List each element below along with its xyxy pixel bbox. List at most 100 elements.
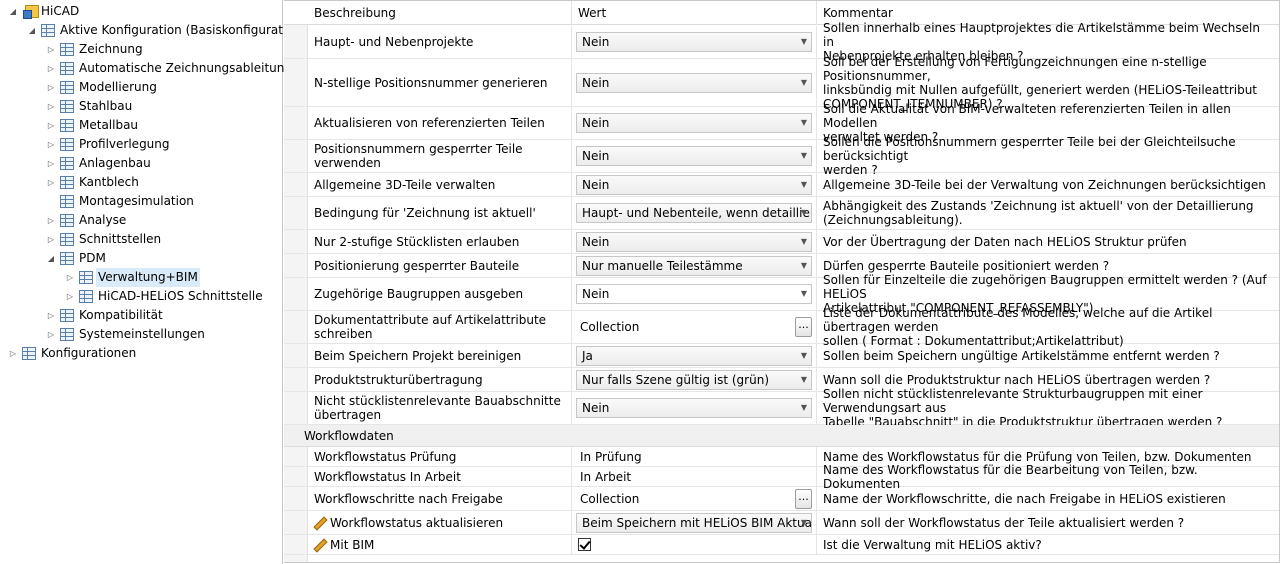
setting-row[interactable]: Nur 2-stufige Stücklisten erlauben Nein ▼ V… [284,230,1279,254]
expand-arrow-icon[interactable]: ▷ [46,211,56,230]
chevron-down-icon[interactable]: ▼ [801,204,807,222]
column-header-description[interactable]: Beschreibung [308,1,572,25]
setting-row[interactable]: Beim Speichern Projekt bereinigen Ja ▼ Soll… [284,344,1279,368]
setting-row[interactable]: Allgemeine 3D-Teile verwalten Nein ▼ Allgem… [284,173,1279,197]
tree-node[interactable]: ▷ Kompatibilität [0,306,282,325]
expand-arrow-icon[interactable]: ▷ [46,78,56,97]
tree-node[interactable]: ▷ Automatische Zeichnungsableitung [0,59,292,78]
setting-row[interactable]: Workflowstatus aktualisieren Beim Speiche… [284,511,1279,535]
setting-value-cell[interactable]: Collection... [572,311,817,343]
tree-node[interactable]: ◢ PDM [0,249,282,268]
expand-arrow-icon[interactable]: ▷ [46,116,56,135]
chevron-down-icon[interactable]: ▼ [801,147,807,165]
setting-row[interactable]: N-stellige Positionsnummer generieren Nei… [284,55,1279,111]
tree-node[interactable]: ▷ Zeichnung [0,40,282,59]
tree-node[interactable]: ▷ HiCAD-HELiOS Schnittstelle [0,287,282,306]
setting-value-cell[interactable]: Nein ▼ [572,140,817,172]
tree-node[interactable]: ◢ HiCAD [0,2,282,21]
setting-value-cell[interactable]: Nur falls Szene gültig ist (grün) ▼ [572,368,817,391]
tree-node[interactable]: ▷ Kantblech [0,173,282,192]
chevron-down-icon[interactable]: ▼ [801,347,807,365]
value-dropdown[interactable]: Nur falls Szene gültig ist (grün) ▼ [576,369,812,390]
value-dropdown[interactable]: Nein ▼ [576,32,812,52]
tree-node[interactable]: ▷ Profilverlegung [0,135,282,154]
expand-arrow-icon[interactable]: ▷ [46,173,56,192]
ellipsis-button[interactable]: ... [795,488,812,509]
chevron-down-icon[interactable]: ▼ [801,371,807,389]
setting-value-cell[interactable]: Nein ▼ [572,107,817,139]
setting-value-cell[interactable]: Beim Speichern mit HELiOS BIM Aktualisie… [572,511,817,534]
tree-node[interactable]: ▷ Metallbau [0,116,282,135]
chevron-down-icon[interactable]: ▼ [801,33,807,51]
tree-node[interactable]: ▷ Stahlbau [0,97,282,116]
section-header-workflowdaten[interactable]: Workflowdaten [284,425,1279,447]
setting-row[interactable]: Dokumentattribute auf Artikelattribute sc… [284,306,1279,348]
ellipsis-button[interactable]: ... [795,317,812,337]
chevron-down-icon[interactable]: ▼ [801,514,807,532]
tree-node[interactable]: ▷ Anlagenbau [0,154,282,173]
expand-arrow-icon[interactable]: ▷ [65,268,75,287]
value-dropdown[interactable]: Nein ▼ [576,113,812,133]
chevron-down-icon[interactable]: ▼ [801,176,807,194]
chevron-down-icon[interactable]: ▼ [801,233,807,251]
value-dropdown[interactable]: Nein ▼ [576,146,812,166]
tree-node[interactable]: ▷ Schnittstellen [0,230,282,249]
expand-arrow-icon[interactable]: ▷ [65,287,75,306]
setting-value-cell[interactable]: Ja ▼ [572,344,817,367]
setting-value-cell[interactable]: Nein ▼ [572,26,817,58]
value-dropdown[interactable]: Nein ▼ [576,231,812,252]
setting-row[interactable]: Positionsnummern gesperrter Teile verwen… [284,135,1279,177]
tree-node[interactable]: ▷ Konfigurationen [0,344,282,363]
expand-arrow-icon[interactable]: ▷ [46,97,56,116]
chevron-down-icon[interactable]: ▼ [801,114,807,132]
expand-arrow-icon[interactable]: ▷ [46,230,56,249]
tree-node[interactable]: ▷ Verwaltung+BIM [0,268,282,287]
tree-node[interactable]: ▷ Modellierung [0,78,282,97]
value-dropdown[interactable]: Nein ▼ [576,72,812,93]
text-value[interactable]: In Arbeit [576,470,631,484]
value-dropdown[interactable]: Nein ▼ [576,174,812,195]
chevron-down-icon[interactable]: ▼ [801,257,807,275]
setting-row[interactable]: Mit BIM Ist die Verwaltung mit HELiOS akt… [284,535,1279,555]
expand-arrow-icon[interactable]: ▷ [46,325,56,344]
setting-value-cell[interactable]: Nein ▼ [572,59,817,106]
setting-value-cell[interactable] [572,535,817,554]
column-header-value[interactable]: Wert [572,1,817,25]
expand-arrow-icon[interactable]: ▷ [46,40,56,59]
collapse-arrow-icon[interactable]: ◢ [46,249,56,268]
setting-value-cell[interactable]: Nein ▼ [572,392,817,424]
setting-row[interactable]: Bedingung für 'Zeichnung ist aktuell' Hau… [284,197,1279,230]
setting-value-cell[interactable]: Nein ▼ [572,173,817,196]
config-tree[interactable]: ◢ HiCAD ◢ Aktive Konfiguration (Basiskonfig… [0,0,306,564]
checkbox-checked[interactable] [578,538,591,551]
expand-arrow-icon[interactable]: ▷ [46,135,56,154]
value-dropdown[interactable]: Nur manuelle Teilestämme ▼ [576,255,812,276]
setting-row[interactable]: Workflowschritte nach Freigabe Collection… [284,487,1279,511]
tree-node[interactable]: ▷ Analyse [0,211,282,230]
value-dropdown[interactable]: Beim Speichern mit HELiOS BIM Aktualisie… [576,512,812,533]
text-value[interactable]: In Prüfung [576,450,642,464]
setting-value-cell[interactable]: Collection... [572,487,817,510]
collapse-arrow-icon[interactable]: ◢ [8,2,18,21]
setting-row[interactable]: Workflowstatus In Arbeit In Arbeit Name de… [284,463,1279,491]
setting-value-cell[interactable]: In Prüfung [572,447,817,466]
chevron-down-icon[interactable]: ▼ [801,399,807,417]
tree-node[interactable]: ◢ Aktive Konfiguration (Basiskonfiguratio… [0,21,306,40]
setting-row[interactable]: Nicht stücklistenrelevante Bauabschnitte… [284,387,1279,429]
setting-value-cell[interactable]: In Arbeit [572,467,817,486]
setting-value-cell[interactable]: Nein ▼ [572,230,817,253]
expand-arrow-icon[interactable]: ▷ [8,344,18,363]
collapse-arrow-icon[interactable]: ◢ [27,21,37,40]
setting-value-cell[interactable]: Nur manuelle Teilestämme ▼ [572,254,817,277]
tree-node[interactable]: Montagesimulation [0,192,282,211]
tree-node[interactable]: ▷ Systemeinstellungen [0,325,282,344]
value-dropdown[interactable]: Nein ▼ [576,284,812,304]
setting-value-cell[interactable]: Haupt- und Nebenteile, wenn detailliert ▼ [572,197,817,229]
expand-arrow-icon[interactable]: ▷ [46,154,56,173]
expand-arrow-icon[interactable]: ▷ [46,306,56,325]
chevron-down-icon[interactable]: ▼ [801,74,807,92]
expand-arrow-icon[interactable]: ▷ [46,59,56,78]
setting-value-cell[interactable]: Nein ▼ [572,278,817,310]
value-dropdown[interactable]: Haupt- und Nebenteile, wenn detailliert ▼ [576,203,812,223]
chevron-down-icon[interactable]: ▼ [801,285,807,303]
